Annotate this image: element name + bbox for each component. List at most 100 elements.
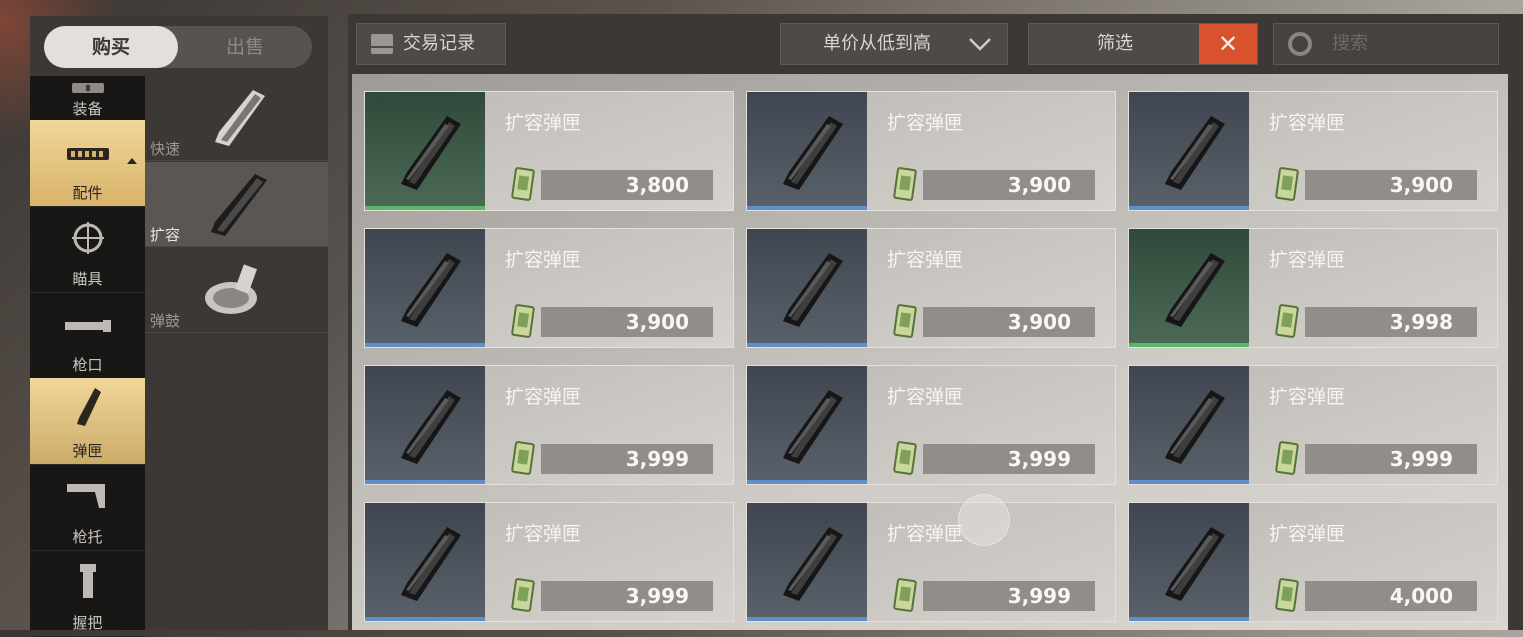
listing-card[interactable]: 扩容弹匣 3,999: [746, 365, 1116, 485]
category-muzzle[interactable]: 枪口: [30, 292, 145, 379]
tab-buy[interactable]: 购买: [44, 26, 178, 68]
item-thumbnail: [365, 366, 485, 484]
rarity-bar: [747, 480, 867, 484]
money-icon: [893, 440, 919, 480]
item-thumbnail: [747, 366, 867, 484]
magazine-icon: [769, 521, 849, 609]
item-price: 4,000: [1389, 584, 1453, 608]
money-icon: [1275, 166, 1301, 206]
money-icon: [1275, 577, 1301, 617]
item-thumbnail: [365, 503, 485, 621]
trade-history-button[interactable]: 交易记录: [356, 23, 506, 65]
subcategory-extended[interactable]: 扩容: [145, 162, 328, 247]
category-label: 配件: [72, 184, 103, 202]
item-thumbnail: [365, 229, 485, 347]
armor-icon: [30, 80, 145, 99]
magazine-icon: [387, 384, 467, 472]
expand-caret-icon: [127, 158, 137, 164]
category-label: 枪托: [72, 528, 103, 546]
market-panel: 交易记录 单价从低到高 筛选 ✕ 搜索 扩容弹匣 3,800 扩容弹匣 3,900 扩容…: [348, 14, 1523, 630]
listing-card[interactable]: 扩容弹匣 3,800: [364, 91, 734, 211]
item-name: 扩容弹匣: [505, 523, 582, 545]
category-attachments[interactable]: 配件: [30, 120, 145, 207]
listing-grid: 扩容弹匣 3,800 扩容弹匣 3,900 扩容弹匣 3,900 扩容弹匣 3,900 扩容弹匣…: [352, 74, 1508, 630]
category-label: 装备: [72, 100, 103, 118]
money-icon: [893, 577, 919, 617]
money-icon: [1275, 440, 1301, 480]
item-thumbnail: [1129, 503, 1249, 621]
close-icon[interactable]: ✕: [1199, 24, 1257, 64]
item-thumbnail: [747, 92, 867, 210]
item-name: 扩容弹匣: [887, 112, 964, 134]
listing-card[interactable]: 扩容弹匣 3,900: [746, 91, 1116, 211]
listing-card[interactable]: 扩容弹匣 3,900: [1128, 91, 1498, 211]
money-icon: [511, 577, 537, 617]
item-price: 3,999: [1007, 584, 1071, 608]
item-name: 扩容弹匣: [505, 249, 582, 271]
item-price: 3,999: [1389, 447, 1453, 471]
listing-card[interactable]: 扩容弹匣 3,999: [364, 365, 734, 485]
trade-history-label: 交易记录: [403, 33, 475, 54]
buy-sell-toggle: 购买 出售: [44, 26, 312, 68]
category-armor[interactable]: 装备: [30, 76, 145, 121]
extended-mag-icon: [195, 170, 275, 244]
category-scope[interactable]: 瞄具: [30, 206, 145, 293]
category-stock[interactable]: 枪托: [30, 464, 145, 551]
magazine-icon: [387, 247, 467, 335]
magazine-icon: [1151, 384, 1231, 472]
money-icon: [893, 166, 919, 206]
category-list: 装备 配件 瞄具 枪口 弹匣 枪托 握把: [30, 76, 145, 637]
subcategory-quick[interactable]: 快速: [145, 76, 328, 161]
item-name: 扩容弹匣: [887, 249, 964, 271]
item-price: 3,999: [625, 447, 689, 471]
listing-card[interactable]: 扩容弹匣 3,999: [1128, 365, 1498, 485]
scope-icon: [30, 220, 145, 260]
magazine-icon: [1151, 521, 1231, 609]
item-thumbnail: [1129, 92, 1249, 210]
search-input[interactable]: 搜索: [1273, 23, 1499, 65]
item-thumbnail: [365, 92, 485, 210]
listing-card[interactable]: 扩容弹匣 3,999: [364, 502, 734, 622]
sort-label: 单价从低到高: [823, 33, 931, 54]
subcategory-label: 扩容: [150, 226, 181, 244]
grip-icon: [30, 562, 145, 606]
item-thumbnail: [747, 229, 867, 347]
listing-card[interactable]: 扩容弹匣 3,998: [1128, 228, 1498, 348]
chevron-down-icon: [967, 24, 993, 79]
listing-card[interactable]: 扩容弹匣 3,900: [746, 228, 1116, 348]
tab-sell[interactable]: 出售: [178, 26, 312, 68]
category-label: 弹匣: [72, 442, 103, 460]
subcategory-label: 快速: [150, 140, 181, 158]
money-icon: [511, 166, 537, 206]
magazine-icon: [387, 521, 467, 609]
category-magazine[interactable]: 弹匣: [30, 378, 145, 465]
item-price: 3,900: [1007, 173, 1071, 197]
item-thumbnail: [1129, 229, 1249, 347]
category-label: 瞄具: [72, 270, 103, 288]
rarity-bar: [1129, 343, 1249, 347]
search-icon: [1288, 32, 1312, 56]
item-price: 3,999: [625, 584, 689, 608]
magazine-icon: [769, 384, 849, 472]
rarity-bar: [1129, 480, 1249, 484]
rarity-bar: [365, 343, 485, 347]
rarity-bar: [747, 206, 867, 210]
item-thumbnail: [747, 503, 867, 621]
listing-card[interactable]: 扩容弹匣 3,900: [364, 228, 734, 348]
filter-button[interactable]: 筛选: [1029, 24, 1201, 64]
item-name: 扩容弹匣: [505, 386, 582, 408]
muzzle-icon: [30, 318, 145, 337]
subcategory-drum[interactable]: 弹鼓: [145, 248, 328, 333]
listing-card[interactable]: 扩容弹匣 4,000: [1128, 502, 1498, 622]
rarity-bar: [365, 480, 485, 484]
category-grip[interactable]: 握把: [30, 550, 145, 637]
item-price: 3,900: [625, 310, 689, 334]
touch-indicator: [958, 494, 1010, 546]
sort-dropdown[interactable]: 单价从低到高: [780, 23, 1008, 65]
drum-mag-icon: [195, 256, 275, 330]
listing-card[interactable]: 扩容弹匣 3,999: [746, 502, 1116, 622]
item-price: 3,998: [1389, 310, 1453, 334]
item-name: 扩容弹匣: [887, 386, 964, 408]
subcategory-list: 快速 扩容 弹鼓: [145, 76, 328, 630]
money-icon: [1275, 303, 1301, 343]
